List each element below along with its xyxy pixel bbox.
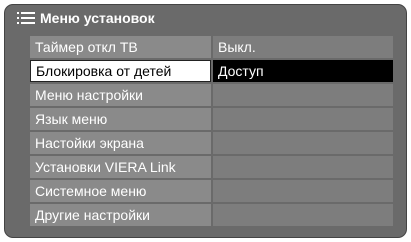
menu-item-off-timer[interactable]: Таймер откл ТВ Выкл. [30, 36, 393, 58]
menu-item-label: Блокировка от детей [30, 60, 211, 82]
menu-item-other-settings[interactable]: Другие настройки [30, 204, 393, 226]
menu-item-value [213, 180, 393, 202]
menu-item-display-settings[interactable]: Настойки экрана [30, 132, 393, 154]
menu-item-label: Таймер откл ТВ [30, 36, 211, 58]
menu-list: Таймер откл ТВ Выкл. Блокировка от детей… [30, 36, 393, 228]
menu-item-value [213, 204, 393, 226]
menu-item-value[interactable]: Выкл. [213, 36, 393, 58]
menu-item-menu-language[interactable]: Язык меню [30, 108, 393, 130]
menu-item-tuning-menu[interactable]: Меню настройки [30, 84, 393, 106]
menu-item-child-lock[interactable]: Блокировка от детей Доступ [30, 60, 393, 82]
menu-item-system-menu[interactable]: Системное меню [30, 180, 393, 202]
menu-item-value [213, 132, 393, 154]
menu-item-value[interactable]: Доступ [213, 60, 393, 82]
menu-item-label: Язык меню [30, 108, 211, 130]
menu-list-icon [17, 12, 35, 24]
menu-item-value [213, 156, 393, 178]
menu-item-value [213, 108, 393, 130]
menu-item-label: Системное меню [30, 180, 211, 202]
menu-item-value [213, 84, 393, 106]
menu-item-label: Настойки экрана [30, 132, 211, 154]
menu-item-label: Другие настройки [30, 204, 211, 226]
menu-title: Меню установок [40, 10, 155, 26]
menu-header: Меню установок [5, 5, 406, 31]
menu-item-viera-link[interactable]: Установки VIERA Link [30, 156, 393, 178]
setup-menu-panel: Меню установок Таймер откл ТВ Выкл. Блок… [4, 4, 407, 238]
menu-item-label: Меню настройки [30, 84, 211, 106]
menu-item-label: Установки VIERA Link [30, 156, 211, 178]
